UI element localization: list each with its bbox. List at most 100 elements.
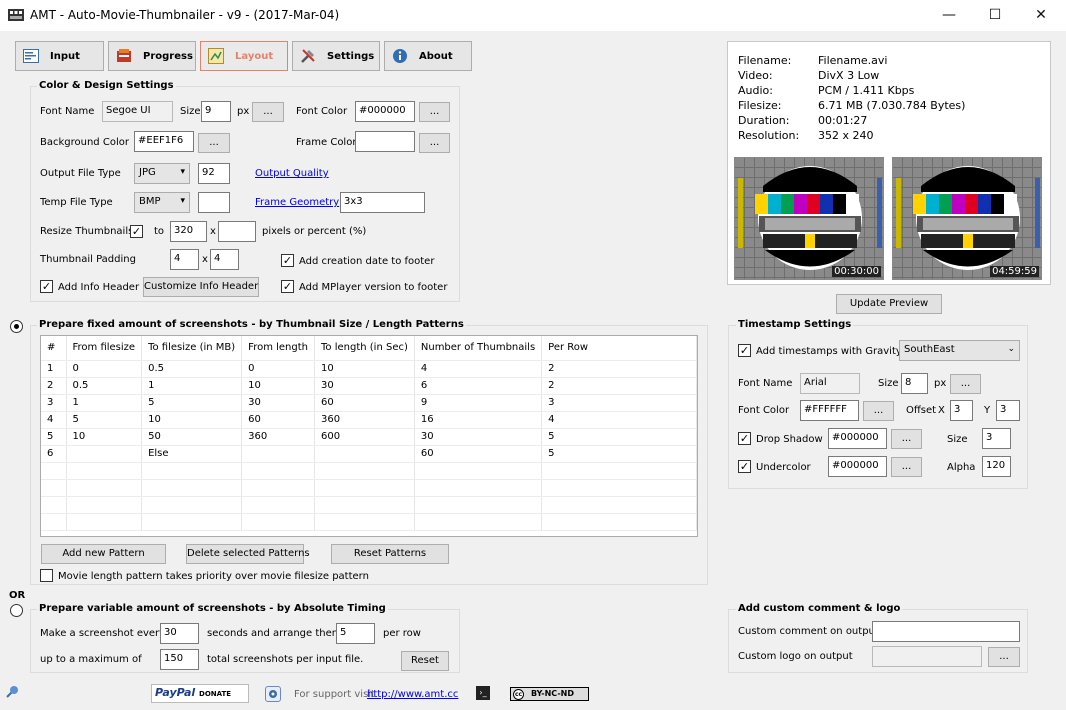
bg-color-button[interactable]: ... [198, 133, 230, 153]
gravity-select[interactable]: SouthEast ⌄ [899, 340, 1020, 361]
table-cell[interactable]: 3 [541, 394, 697, 412]
output-quality-link[interactable]: Output Quality [255, 168, 329, 179]
table-cell[interactable] [541, 513, 697, 531]
table-cell[interactable] [141, 496, 243, 514]
tab-input[interactable]: Input [15, 41, 104, 71]
add-mplayer-checkbox[interactable]: ✓ [281, 280, 294, 293]
table-cell[interactable] [314, 479, 415, 497]
table-cell[interactable] [66, 445, 143, 463]
table-cell[interactable] [241, 445, 316, 463]
add-pattern-button[interactable]: Add new Pattern [41, 544, 166, 564]
table-cell[interactable]: 50 [141, 428, 243, 446]
table-cell[interactable] [41, 496, 67, 514]
table-cell[interactable] [414, 479, 543, 497]
ts-font-color-button[interactable]: ... [863, 401, 894, 421]
table-cell[interactable]: 10 [141, 411, 243, 429]
every-field[interactable]: 30 [160, 623, 199, 644]
table-row[interactable]: 5 10 50 360 600 30 5 [41, 428, 697, 446]
close-button[interactable]: ✕ [1018, 0, 1064, 31]
table-cell[interactable]: 60 [414, 445, 543, 463]
tab-about[interactable]: About [384, 41, 472, 71]
column-header[interactable]: # [41, 336, 67, 361]
table-cell[interactable]: 2 [541, 377, 697, 395]
table-cell[interactable] [241, 513, 316, 531]
column-header[interactable]: Number of Thumbnails [414, 336, 543, 361]
drop-shadow-checkbox[interactable]: ✓ [738, 432, 751, 445]
padding-x-field[interactable]: 4 [170, 249, 199, 270]
table-cell[interactable] [41, 479, 67, 497]
table-cell[interactable] [66, 462, 143, 480]
custom-logo-button[interactable]: ... [988, 647, 1020, 667]
table-cell[interactable] [41, 513, 67, 531]
font-size-field[interactable]: 9 [201, 101, 231, 122]
variable-mode-radio[interactable] [10, 604, 23, 617]
temp-extra-field[interactable] [198, 192, 230, 213]
quality-field[interactable]: 92 [198, 163, 230, 184]
table-cell[interactable]: 9 [414, 394, 543, 412]
table-cell[interactable]: 30 [314, 377, 415, 395]
frame-geometry-field[interactable]: 3x3 [340, 192, 425, 213]
console-icon[interactable]: ›_ [476, 686, 490, 700]
custom-comment-field[interactable] [872, 621, 1020, 642]
table-cell[interactable]: 600 [314, 428, 415, 446]
font-color-button[interactable]: ... [419, 102, 450, 122]
column-header[interactable]: From filesize [66, 336, 143, 361]
frame-color-field[interactable] [355, 131, 415, 152]
frame-geometry-link[interactable]: Frame Geometry [255, 197, 339, 208]
ts-font-button[interactable]: ... [950, 374, 981, 394]
table-cell[interactable] [241, 496, 316, 514]
table-cell[interactable] [414, 513, 543, 531]
table-cell[interactable] [414, 496, 543, 514]
table-cell[interactable] [241, 479, 316, 497]
table-cell[interactable] [314, 462, 415, 480]
table-cell[interactable]: 4 [41, 411, 67, 429]
table-cell[interactable] [41, 462, 67, 480]
output-type-select[interactable]: JPG ▾ [134, 163, 190, 184]
padding-y-field[interactable]: 4 [210, 249, 239, 270]
tab-layout[interactable]: Layout [200, 41, 288, 71]
undercolor-checkbox[interactable]: ✓ [738, 460, 751, 473]
table-cell[interactable]: 5 [141, 394, 243, 412]
table-cell[interactable]: 0.5 [141, 360, 243, 378]
table-row[interactable]: 3 1 5 30 60 9 3 [41, 394, 697, 412]
shadow-size-field[interactable]: 3 [982, 428, 1011, 449]
table-row[interactable] [41, 462, 697, 480]
bg-color-field[interactable]: #EEF1F6 [134, 131, 194, 152]
add-info-checkbox[interactable]: ✓ [40, 280, 53, 293]
support-link[interactable]: http://www.amt.cc [367, 689, 458, 700]
table-cell[interactable] [541, 479, 697, 497]
table-row[interactable]: 1 0 0.5 0 10 4 2 [41, 360, 697, 378]
table-cell[interactable]: 1 [66, 394, 143, 412]
table-cell[interactable] [314, 496, 415, 514]
table-cell[interactable]: 60 [241, 411, 316, 429]
support-icon[interactable] [265, 686, 281, 702]
undercolor-button[interactable]: ... [891, 457, 922, 477]
tab-settings[interactable]: Settings [292, 41, 380, 71]
font-color-field[interactable]: #000000 [355, 101, 415, 122]
font-name-field[interactable]: Segoe UI [102, 101, 173, 122]
resize-checkbox[interactable]: ✓ [130, 225, 143, 238]
table-cell[interactable]: 2 [541, 360, 697, 378]
ts-font-name-field[interactable]: Arial [800, 373, 860, 394]
font-picker-button[interactable]: ... [252, 102, 284, 122]
shadow-color-field[interactable]: #000000 [828, 428, 887, 449]
table-cell[interactable]: 0.5 [66, 377, 143, 395]
minimize-button[interactable]: — [926, 0, 972, 31]
temp-type-select[interactable]: BMP ▾ [134, 192, 190, 213]
table-cell[interactable]: 5 [541, 428, 697, 446]
alpha-field[interactable]: 120 [982, 456, 1011, 477]
table-cell[interactable] [141, 513, 243, 531]
table-cell[interactable]: 5 [541, 445, 697, 463]
table-cell[interactable]: 30 [241, 394, 316, 412]
pin-icon[interactable] [4, 684, 20, 700]
table-cell[interactable]: 2 [41, 377, 67, 395]
custom-logo-field[interactable] [872, 646, 982, 667]
offset-y-field[interactable]: 3 [996, 400, 1020, 421]
table-cell[interactable]: 0 [241, 360, 316, 378]
add-creation-checkbox[interactable]: ✓ [281, 254, 294, 267]
table-cell[interactable]: 60 [314, 394, 415, 412]
column-header[interactable]: To length (in Sec) [314, 336, 415, 361]
resize-height-field[interactable] [218, 221, 256, 242]
update-preview-button[interactable]: Update Preview [836, 294, 942, 314]
table-row[interactable] [41, 496, 697, 514]
